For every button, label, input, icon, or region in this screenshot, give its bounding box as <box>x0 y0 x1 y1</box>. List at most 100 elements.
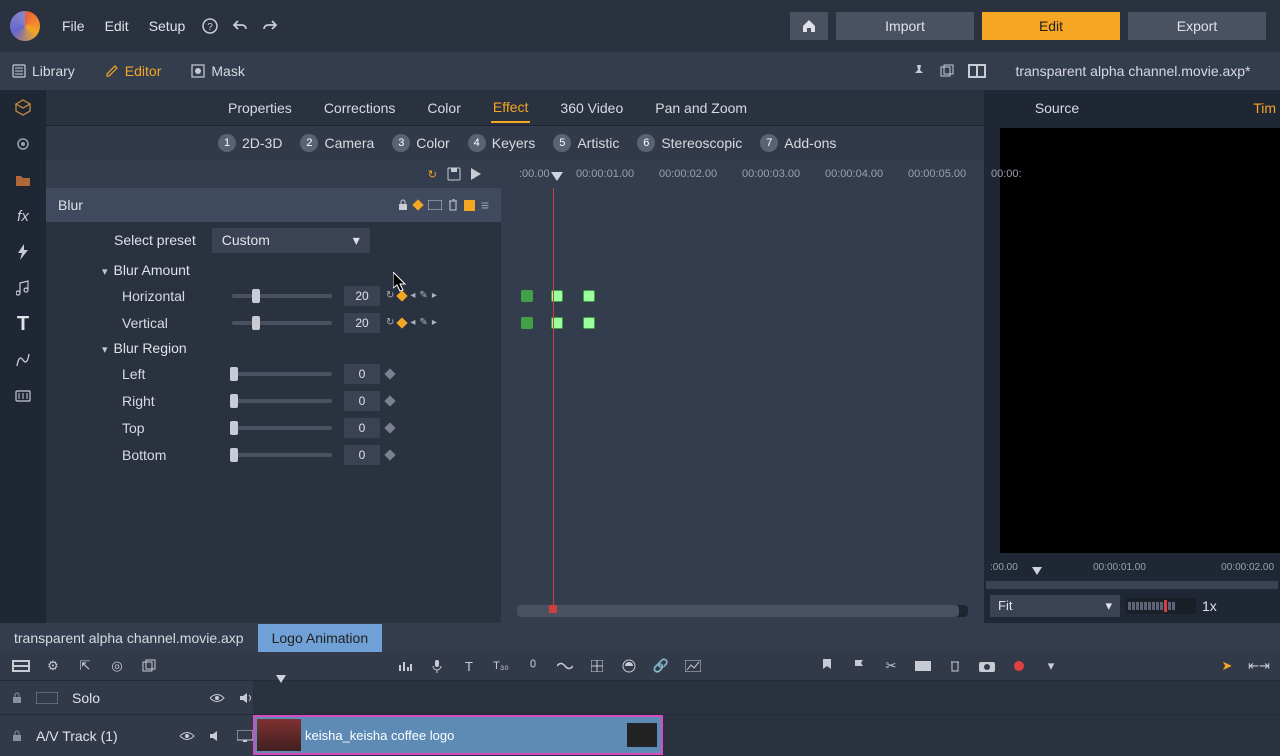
monitor-icon[interactable] <box>237 730 253 742</box>
visibility-icon[interactable] <box>209 693 225 703</box>
mic2-icon[interactable] <box>524 657 542 675</box>
razor-icon[interactable]: ✂ <box>882 657 900 675</box>
lock-icon[interactable] <box>12 692 22 704</box>
layout-icon[interactable] <box>12 657 30 675</box>
chevron-down-icon[interactable]: ▾ <box>1042 657 1060 675</box>
zoom-select[interactable]: Fit▾ <box>990 595 1120 617</box>
horizontal-scrollbar[interactable] <box>517 605 968 617</box>
sequence-tab-2[interactable]: Logo Animation <box>258 624 383 652</box>
sequence-tab-1[interactable]: transparent alpha channel.movie.axp <box>0 624 258 652</box>
keyframe-icon[interactable] <box>384 368 395 379</box>
redo-icon[interactable] <box>257 13 283 39</box>
save-icon[interactable] <box>447 167 461 181</box>
curve-icon[interactable]: ✎ <box>419 317 427 328</box>
horizontal-slider[interactable] <box>232 294 332 298</box>
tab-mask[interactable]: Mask <box>191 63 244 79</box>
keyframe-all-icon[interactable] <box>412 199 423 210</box>
right-slider[interactable] <box>232 399 332 403</box>
solo-track-lane[interactable] <box>253 681 1280 714</box>
marker-icon[interactable] <box>818 657 836 675</box>
reset-icon[interactable]: ↻ <box>386 317 394 328</box>
preview-scrollbar[interactable] <box>986 581 1278 589</box>
cat-camera[interactable]: 2Camera <box>300 134 374 152</box>
reset-icon[interactable]: ↻ <box>386 290 394 301</box>
help-icon[interactable]: ? <box>197 13 223 39</box>
tab-color[interactable]: Color <box>425 94 462 122</box>
preview-playhead-icon[interactable] <box>1032 567 1042 575</box>
group-blur-amount[interactable]: Blur Amount <box>46 258 501 282</box>
layout-icon[interactable] <box>968 64 986 78</box>
bottom-slider[interactable] <box>232 453 332 457</box>
home-button[interactable] <box>790 12 828 40</box>
cat-2d3d[interactable]: 12D-3D <box>218 134 282 152</box>
right-value[interactable]: 0 <box>344 391 380 411</box>
keyframe-icon[interactable] <box>397 290 408 301</box>
smalltext-icon[interactable]: T₃₀ <box>492 657 510 675</box>
popout-icon[interactable] <box>940 64 958 78</box>
tab-timeline[interactable]: Tim <box>1130 100 1280 116</box>
music-icon[interactable] <box>13 278 33 298</box>
collapse-icon[interactable]: ⇱ <box>76 657 94 675</box>
keyframe-icon[interactable] <box>384 422 395 433</box>
media-bin-icon[interactable] <box>13 98 33 118</box>
playhead-line[interactable] <box>553 188 554 613</box>
tab-corrections[interactable]: Corrections <box>322 94 398 122</box>
menu-file[interactable]: File <box>52 18 95 34</box>
fit-width-icon[interactable]: ⇤⇥ <box>1250 657 1268 675</box>
text-icon[interactable]: T <box>460 657 478 675</box>
camera-icon[interactable] <box>978 657 996 675</box>
bars-icon[interactable] <box>396 657 414 675</box>
speaker-icon[interactable] <box>239 692 253 704</box>
horizontal-value[interactable]: 20 <box>344 286 380 306</box>
keyboard-icon[interactable] <box>13 386 33 406</box>
import-button[interactable]: Import <box>836 12 974 40</box>
preset-select[interactable]: Custom ▾ <box>212 228 370 253</box>
preview-viewport[interactable] <box>1000 128 1280 553</box>
menu-icon[interactable]: ≡ <box>481 197 489 213</box>
screen-icon[interactable] <box>428 200 442 210</box>
export-button[interactable]: Export <box>1128 12 1266 40</box>
preview-ruler[interactable]: :00.00 00:00:01.00 00:00:02.00 <box>984 553 1280 581</box>
link-icon[interactable]: 🔗 <box>652 657 670 675</box>
speaker-icon[interactable] <box>209 730 223 742</box>
trash-icon[interactable] <box>946 657 964 675</box>
top-value[interactable]: 0 <box>344 418 380 438</box>
grid-icon[interactable] <box>588 657 606 675</box>
fx-icon[interactable]: fx <box>13 206 33 226</box>
tab-effect[interactable]: Effect <box>491 93 531 123</box>
tab-panzoom[interactable]: Pan and Zoom <box>653 94 749 122</box>
gear-icon[interactable] <box>13 134 33 154</box>
record-icon[interactable] <box>1010 657 1028 675</box>
mic-icon[interactable] <box>428 657 446 675</box>
lock-icon[interactable] <box>398 199 408 211</box>
playhead-marker-icon[interactable] <box>551 172 563 181</box>
copy-icon[interactable] <box>140 657 158 675</box>
tab-properties[interactable]: Properties <box>226 94 294 122</box>
folder-icon[interactable] <box>13 170 33 190</box>
group-blur-region[interactable]: Blur Region <box>46 336 501 360</box>
next-key-icon[interactable]: ▸ <box>432 317 437 328</box>
pin-icon[interactable] <box>912 64 930 78</box>
menu-edit[interactable]: Edit <box>95 18 139 34</box>
enable-toggle-icon[interactable] <box>464 200 475 211</box>
keyframe-icon[interactable] <box>521 290 533 302</box>
tab-source[interactable]: Source <box>984 100 1130 116</box>
target-icon[interactable]: ◎ <box>108 657 126 675</box>
undo-icon[interactable] <box>227 13 253 39</box>
image-icon[interactable] <box>684 657 702 675</box>
menu-setup[interactable]: Setup <box>139 18 196 34</box>
prev-key-icon[interactable]: ◂ <box>410 290 415 301</box>
next-key-icon[interactable]: ▸ <box>432 290 437 301</box>
play-icon[interactable] <box>471 168 481 180</box>
bottom-value[interactable]: 0 <box>344 445 380 465</box>
keyframe-icon[interactable] <box>397 317 408 328</box>
trash-icon[interactable] <box>448 199 458 211</box>
lock-icon[interactable] <box>12 730 22 742</box>
vertical-value[interactable]: 20 <box>344 313 380 333</box>
reset-icon[interactable]: ↻ <box>428 168 437 181</box>
tab-360video[interactable]: 360 Video <box>558 94 625 122</box>
horizontal-keyframe-lane[interactable] <box>501 283 984 310</box>
edit-button[interactable]: Edit <box>982 12 1120 40</box>
keyframe-icon[interactable] <box>583 290 595 302</box>
keyframe-icon[interactable] <box>521 317 533 329</box>
